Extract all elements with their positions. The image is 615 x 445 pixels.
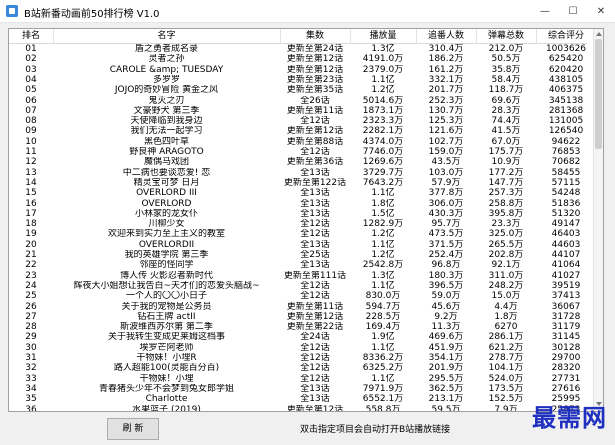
- window-title: B站新番动画前50排行榜 V1.0: [24, 9, 160, 20]
- header-rank[interactable]: 排名: [9, 29, 54, 43]
- danmaku-cell: 7.9万: [494, 404, 518, 412]
- header-name[interactable]: 名字: [53, 29, 281, 43]
- ranking-table[interactable]: 排名 名字 集数 播放量 追番人数 弹幕总数 综合评分 01 盾之勇者成名录 更新至…: [8, 28, 604, 412]
- header-views[interactable]: 播放量: [350, 29, 417, 43]
- window-controls: — ☐ ✕: [531, 0, 615, 22]
- title-bar: B站新番动画前50排行榜 V1.0 — ☐ ✕: [0, 0, 615, 23]
- scroll-up-icon[interactable]: [596, 32, 602, 36]
- followers-cell: 59.5万: [431, 404, 461, 412]
- close-button[interactable]: ✕: [587, 0, 615, 22]
- bottom-bar: 刷 新 双击指定项目会自动打开B站播放链接: [0, 412, 615, 445]
- header-score[interactable]: 综合评分: [536, 29, 597, 43]
- name-cell: 水果篮子 (2019): [132, 404, 201, 412]
- rank-cell: 36: [25, 404, 37, 412]
- minimize-button[interactable]: —: [531, 0, 559, 22]
- scroll-thumb[interactable]: [595, 39, 602, 149]
- watermark-logo: 最需网: [532, 403, 607, 432]
- header-episodes[interactable]: 集数: [280, 29, 351, 43]
- maximize-button[interactable]: ☐: [559, 0, 587, 22]
- table-header: 排名 名字 集数 播放量 追番人数 弹幕总数 综合评分: [9, 29, 597, 44]
- header-danmaku[interactable]: 弹幕总数: [476, 29, 537, 43]
- hint-text: 双击指定项目会自动打开B站播放链接: [300, 425, 451, 435]
- header-followers[interactable]: 追番人数: [416, 29, 477, 43]
- refresh-button[interactable]: 刷 新: [107, 418, 159, 440]
- episodes-cell: 更新至第12话: [286, 404, 344, 412]
- table-row[interactable]: 36 水果篮子 (2019) 更新至第12话 558.8万 59.5万 7.9万 25873: [9, 404, 587, 412]
- views-cell: 558.8万: [365, 404, 401, 412]
- vertical-scrollbar[interactable]: [593, 29, 603, 409]
- app-icon: [6, 5, 18, 17]
